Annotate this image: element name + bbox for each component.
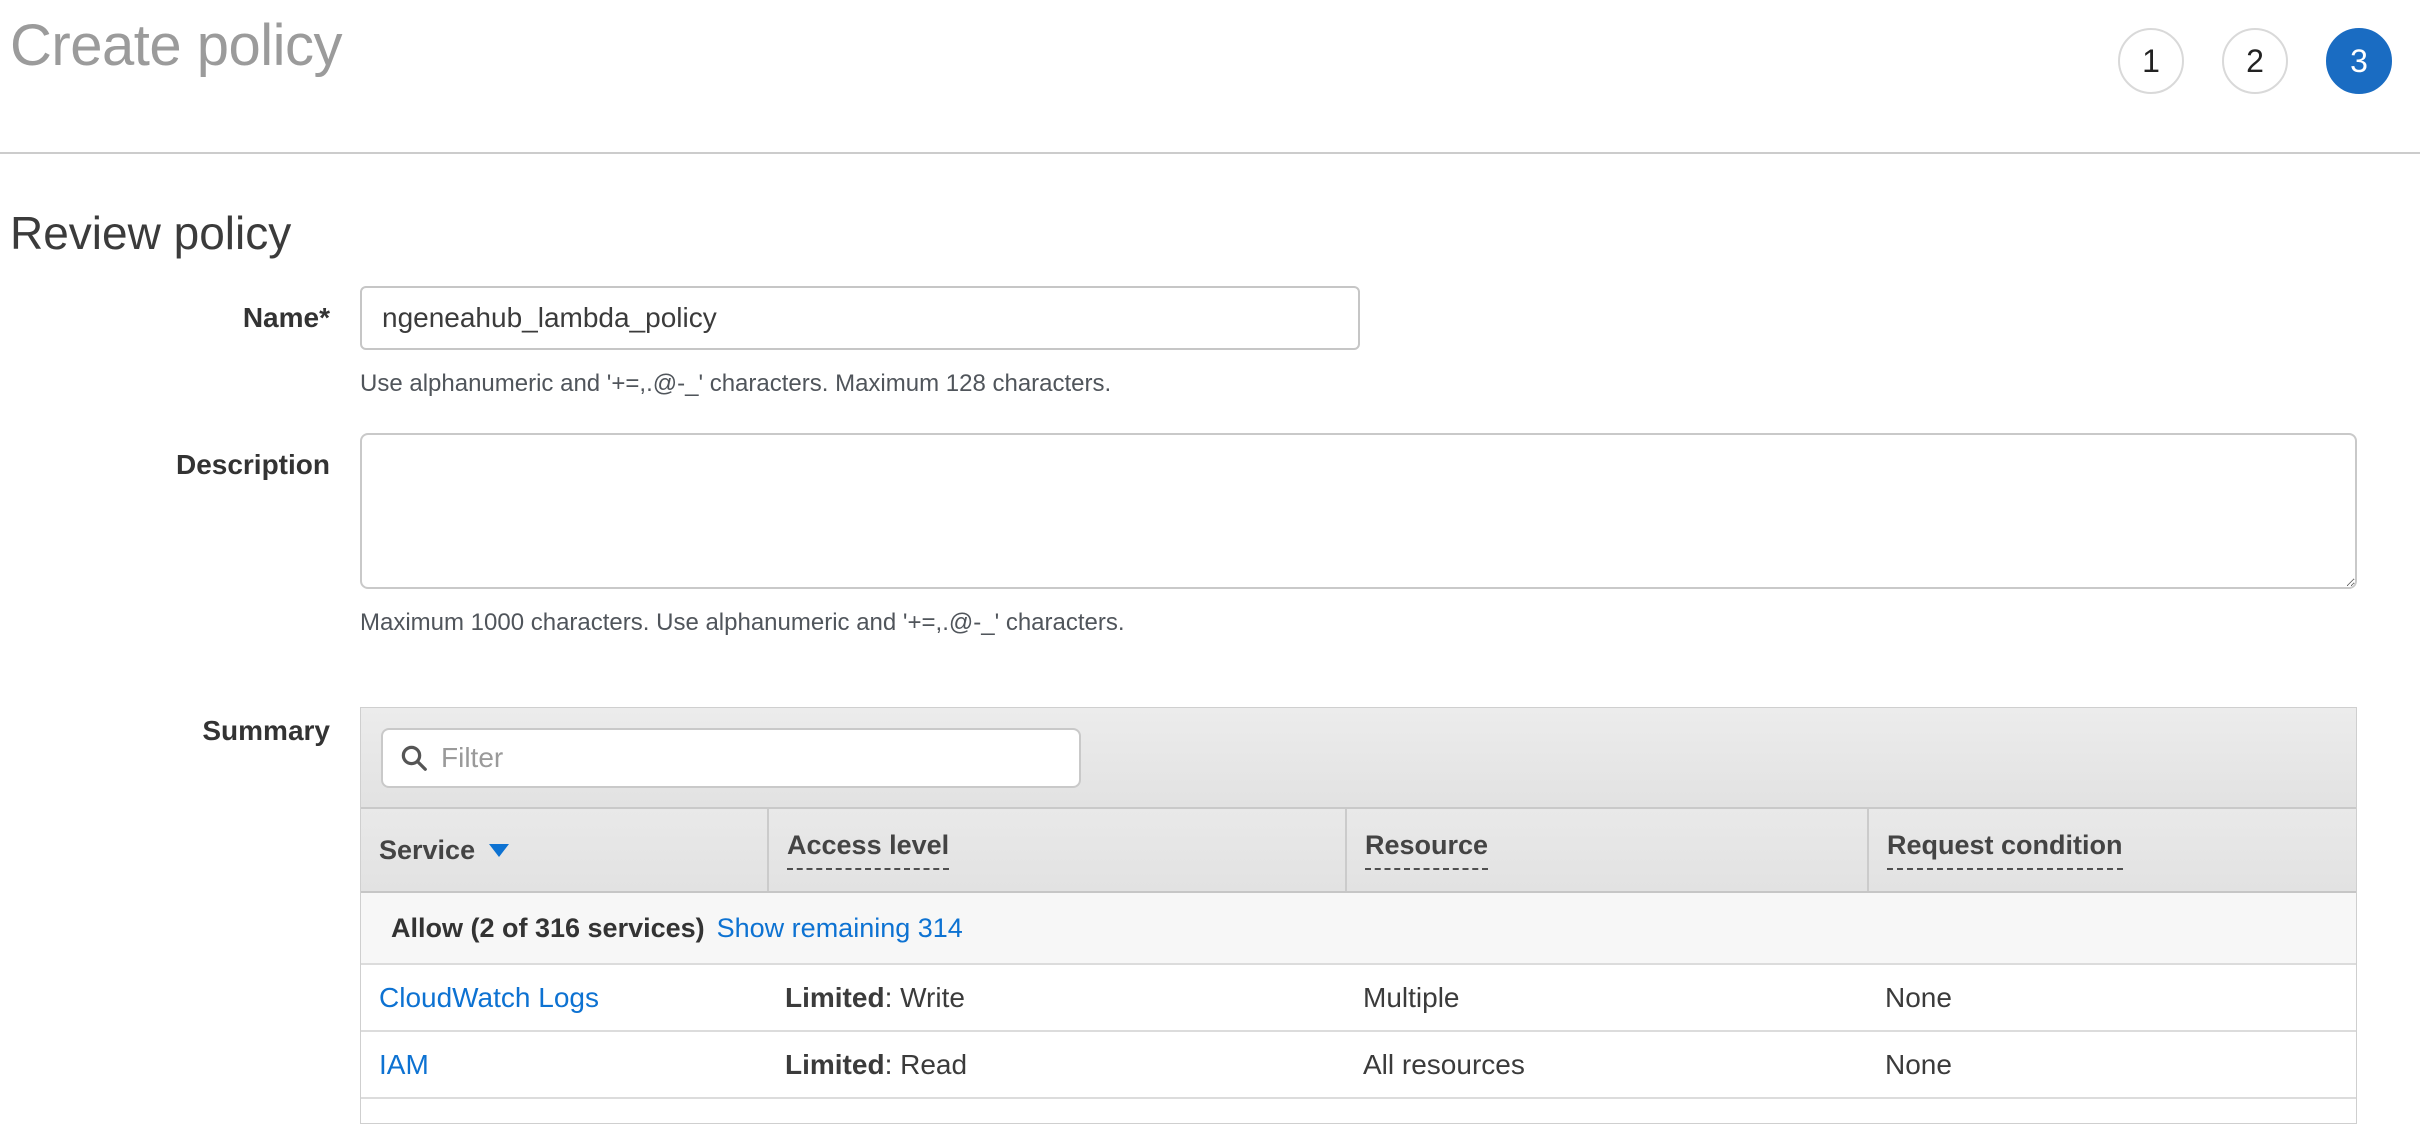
allow-group-row: Allow (2 of 316 services) Show remaining…: [361, 893, 2356, 963]
name-help-text: Use alphanumeric and '+=,.@-_' character…: [360, 370, 2420, 398]
table-row: IAM Limited: Read All resources None: [361, 1030, 2356, 1097]
description-label: Description: [0, 433, 360, 481]
service-cell: IAM: [361, 1049, 767, 1081]
filter-input[interactable]: [441, 742, 1063, 774]
allow-group-title: Allow (2 of 316 services): [391, 913, 705, 944]
sort-descending-icon: [489, 844, 509, 857]
column-header-resource[interactable]: Resource: [1345, 809, 1867, 891]
page-title: Create policy: [10, 14, 342, 78]
wizard-step-2[interactable]: 2: [2222, 28, 2288, 94]
wizard-steps: 1 2 3: [2118, 28, 2392, 94]
section-title: Review policy: [10, 206, 2420, 260]
request-condition-cell: None: [1867, 982, 2356, 1014]
table-header-row: Service Access level Resource Request co…: [361, 809, 2356, 893]
service-cell: CloudWatch Logs: [361, 982, 767, 1014]
table-bottom-border: [361, 1097, 2356, 1123]
description-row: Description: [0, 433, 2420, 589]
wizard-step-1[interactable]: 1: [2118, 28, 2184, 94]
summary-filter-toolbar: [361, 708, 2356, 809]
name-label: Name*: [0, 302, 360, 334]
page-header: Create policy 1 2 3: [0, 0, 2420, 154]
access-level-cell: Limited: Read: [767, 1049, 1345, 1081]
resource-cell: All resources: [1345, 1049, 1867, 1081]
column-header-service[interactable]: Service: [361, 809, 767, 891]
resource-cell: Multiple: [1345, 982, 1867, 1014]
request-condition-cell: None: [1867, 1049, 2356, 1081]
wizard-step-3-active[interactable]: 3: [2326, 28, 2392, 94]
name-row: Name*: [0, 286, 2420, 350]
service-link-cloudwatch-logs[interactable]: CloudWatch Logs: [379, 982, 599, 1014]
show-remaining-link[interactable]: Show remaining 314: [717, 913, 963, 944]
column-header-access-level[interactable]: Access level: [767, 809, 1345, 891]
filter-box[interactable]: [381, 728, 1081, 788]
column-header-request-condition[interactable]: Request condition: [1867, 809, 2356, 891]
policy-description-textarea[interactable]: [360, 433, 2357, 589]
table-row: CloudWatch Logs Limited: Write Multiple …: [361, 963, 2356, 1030]
policy-summary-table: Service Access level Resource Request co…: [360, 707, 2357, 1124]
summary-label: Summary: [0, 707, 360, 747]
service-link-iam[interactable]: IAM: [379, 1049, 429, 1081]
policy-name-input[interactable]: [360, 286, 1360, 350]
access-level-cell: Limited: Write: [767, 982, 1345, 1014]
search-icon: [399, 743, 429, 773]
summary-row: Summary Service Access level Resource: [0, 707, 2420, 1124]
description-help-text: Maximum 1000 characters. Use alphanumeri…: [360, 609, 2420, 637]
